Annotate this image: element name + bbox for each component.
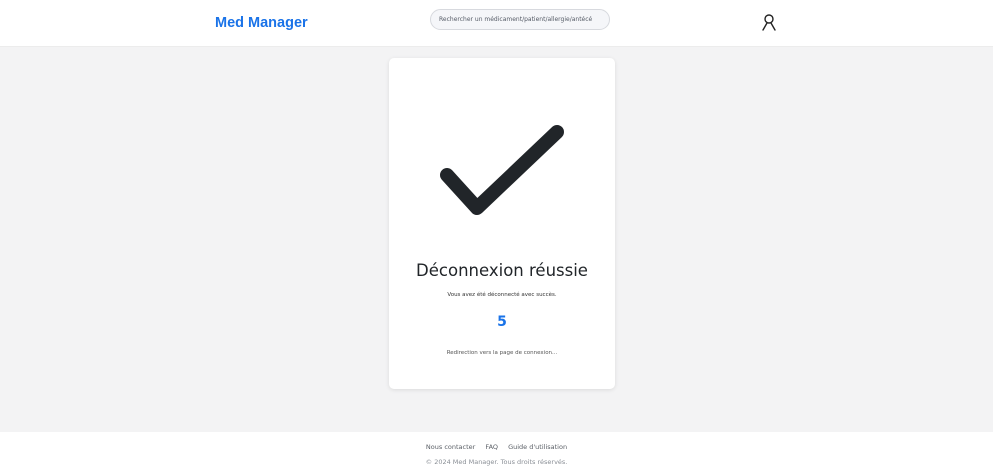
header: Med Manager	[0, 0, 993, 47]
footer: Nous contacter FAQ Guide d'utilisation ©…	[0, 432, 993, 466]
search-input[interactable]	[430, 9, 610, 30]
redirect-countdown: 5	[497, 314, 507, 330]
app-logo[interactable]: Med Manager	[215, 15, 308, 31]
page-title: Déconnexion réussie	[416, 261, 588, 280]
checkmark-icon	[440, 125, 564, 215]
footer-links: Nous contacter FAQ Guide d'utilisation	[0, 443, 993, 451]
redirect-message: Redirection vers la page de connexion...	[446, 350, 558, 356]
user-icon[interactable]	[762, 14, 776, 31]
status-message: Vous avez été déconnecté avec succès.	[447, 292, 557, 298]
logout-card: Déconnexion réussie Vous avez été déconn…	[389, 58, 615, 389]
contact-link[interactable]: Nous contacter	[426, 443, 475, 451]
copyright: © 2024 Med Manager. Tous droits réservés…	[425, 458, 568, 466]
user-guide-link[interactable]: Guide d'utilisation	[508, 443, 567, 451]
faq-link[interactable]: FAQ	[485, 443, 498, 451]
